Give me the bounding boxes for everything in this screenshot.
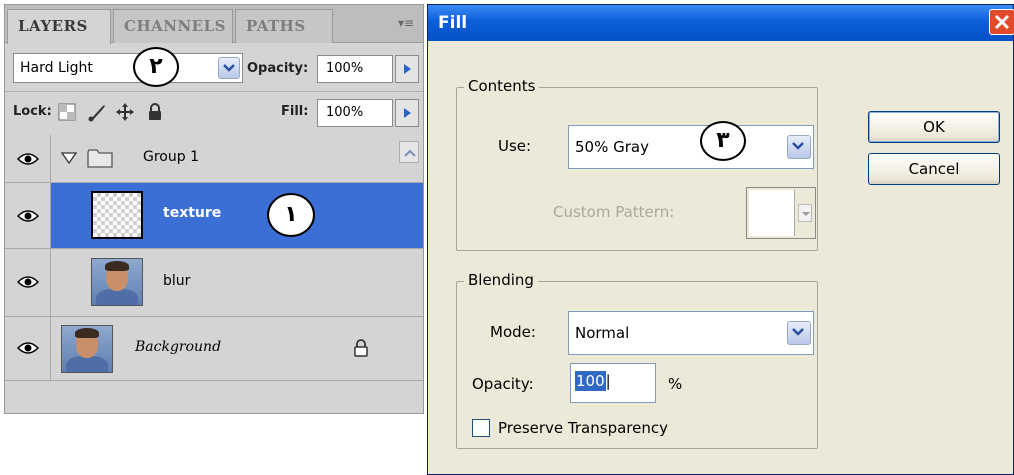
fill-label: Fill:	[281, 104, 309, 119]
scroll-up-button[interactable]	[399, 141, 419, 163]
annotation-badge-3: ٣	[700, 121, 746, 161]
blend-mode-value: Hard Light	[20, 60, 93, 76]
expand-triangle-icon[interactable]	[60, 152, 78, 168]
layer-row-texture[interactable]: texture ١	[5, 183, 423, 249]
lock-image-pixels-icon[interactable]	[87, 102, 107, 122]
lock-position-icon[interactable]	[115, 102, 135, 122]
mode-value: Normal	[575, 324, 630, 342]
blending-legend: Blending	[464, 271, 538, 289]
lock-fill-row: Lock: Fill: 100%	[5, 91, 423, 133]
layer-thumbnail	[91, 258, 143, 306]
layer-thumbnail	[91, 191, 143, 239]
annotation-badge-1: ١	[267, 193, 315, 237]
lock-label: Lock:	[13, 104, 52, 119]
opacity-slider-arrow[interactable]	[395, 55, 419, 83]
layer-name: blur	[163, 273, 191, 289]
opacity-value-selected: 100	[575, 371, 606, 391]
dialog-title: Fill	[438, 13, 468, 33]
opacity-label: Opacity:	[472, 375, 534, 393]
mode-select[interactable]: Normal	[568, 311, 814, 355]
layers-panel: LAYERS CHANNELS PATHS ▾≡ Hard Light ٢ Op…	[4, 4, 424, 414]
visibility-toggle[interactable]	[5, 249, 51, 316]
panel-tabbar: LAYERS CHANNELS PATHS ▾≡	[5, 5, 423, 44]
use-label: Use:	[498, 137, 532, 155]
opacity-field[interactable]: 100%	[317, 55, 393, 83]
ok-button[interactable]: OK	[868, 111, 1000, 143]
visibility-toggle[interactable]	[5, 135, 51, 182]
close-button[interactable]	[989, 9, 1014, 35]
layer-name: Group 1	[143, 149, 199, 165]
layer-name: Background	[135, 339, 222, 355]
layers-list: Group 1 texture ١ blur Background	[5, 135, 423, 413]
layer-name: texture	[163, 205, 222, 221]
fill-slider-arrow[interactable]	[395, 99, 419, 127]
tab-layers[interactable]: LAYERS	[7, 9, 111, 44]
opacity-label: Opacity:	[247, 61, 309, 76]
preserve-transparency-label[interactable]: Preserve Transparency	[498, 419, 668, 437]
close-icon	[994, 14, 1010, 30]
layer-row-background[interactable]: Background	[5, 317, 423, 381]
annotation-badge-2: ٢	[133, 47, 179, 87]
layer-thumbnail	[61, 325, 113, 373]
chevron-down-icon[interactable]	[787, 321, 811, 345]
visibility-toggle[interactable]	[5, 317, 51, 380]
tab-channels[interactable]: CHANNELS	[113, 9, 233, 43]
fill-dialog: Fill Contents Use: 50% Gray ٣ Custom Pat…	[427, 4, 1014, 475]
mode-label: Mode:	[490, 323, 536, 341]
blend-mode-select[interactable]: Hard Light	[13, 53, 243, 83]
pattern-preview	[749, 190, 795, 236]
blend-opacity-row: Hard Light ٢ Opacity: 100%	[5, 47, 423, 87]
percent-label: %	[668, 375, 683, 393]
layer-row-group-1[interactable]: Group 1	[5, 135, 423, 183]
chevron-down-icon[interactable]	[218, 57, 240, 79]
layer-row-blur[interactable]: blur	[5, 249, 423, 317]
tab-paths[interactable]: PATHS	[235, 9, 333, 43]
panel-menu-icon[interactable]: ▾≡	[395, 13, 417, 33]
contents-legend: Contents	[464, 77, 540, 95]
custom-pattern-picker	[746, 187, 816, 239]
lock-all-icon[interactable]	[145, 102, 165, 122]
opacity-input[interactable]: 100|	[570, 363, 656, 403]
use-value: 50% Gray	[575, 138, 649, 156]
folder-icon	[87, 147, 113, 173]
lock-transparent-pixels-icon[interactable]	[57, 102, 77, 122]
use-select[interactable]: 50% Gray	[568, 125, 814, 169]
preserve-transparency-checkbox[interactable]	[472, 419, 490, 437]
cancel-button[interactable]: Cancel	[868, 153, 1000, 185]
visibility-toggle[interactable]	[5, 183, 51, 248]
custom-pattern-label: Custom Pattern:	[553, 203, 675, 221]
dialog-titlebar[interactable]: Fill	[428, 5, 1014, 41]
lock-icon	[353, 339, 369, 361]
chevron-down-icon	[798, 204, 812, 222]
chevron-down-icon[interactable]	[787, 135, 811, 159]
fill-field[interactable]: 100%	[317, 99, 393, 127]
